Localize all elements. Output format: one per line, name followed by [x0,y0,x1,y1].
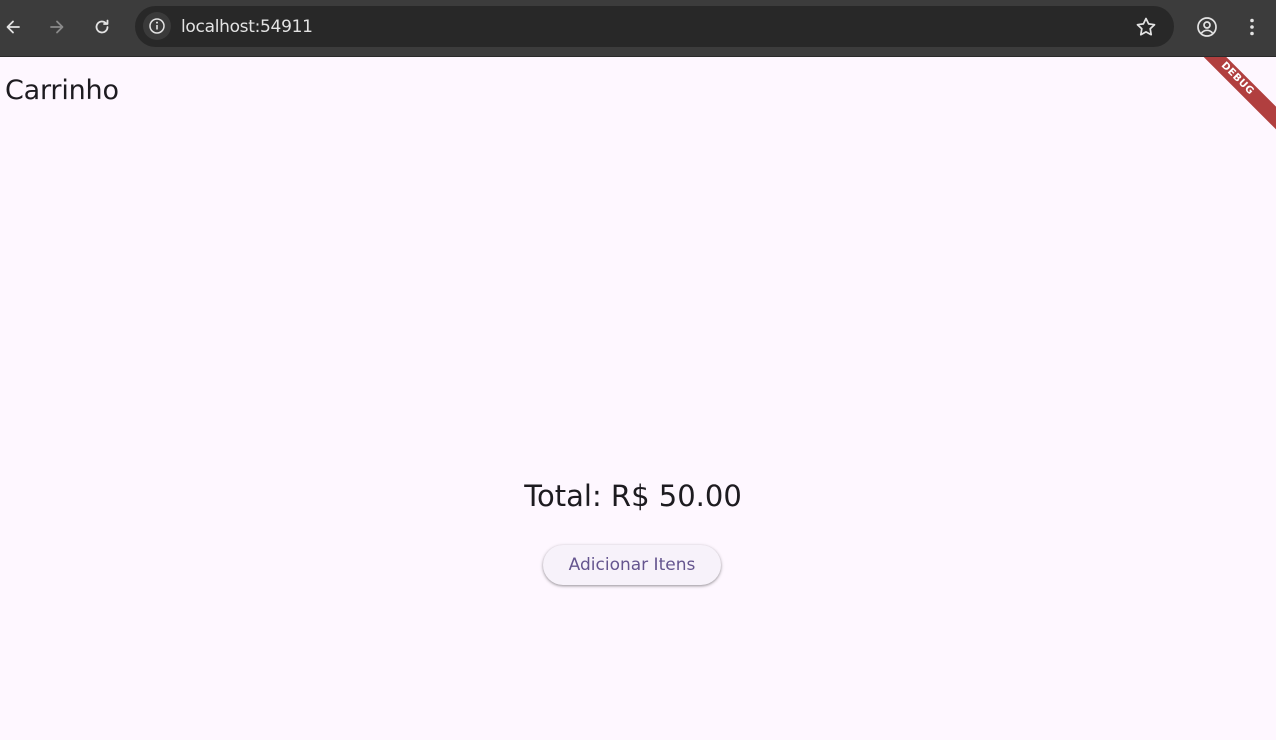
cart-total: Total: R$ 50.00 [524,479,742,513]
page-title: Carrinho [5,75,119,106]
add-items-button[interactable]: Adicionar Itens [543,545,721,585]
url-text: localhost:54911 [181,17,313,37]
kebab-menu-icon [1250,18,1254,36]
back-button[interactable] [0,12,28,42]
reload-icon [95,19,109,34]
profile-button[interactable] [1192,12,1222,42]
arrow-right-icon [50,20,64,34]
browser-toolbar: localhost:54911 [0,0,1276,57]
info-icon [149,18,165,34]
browser-menu-button[interactable] [1237,12,1267,42]
app-viewport: Carrinho Total: R$ 50.00 Adicionar Itens… [0,57,1276,740]
star-icon[interactable] [1134,15,1158,39]
arrow-left-icon [6,20,20,34]
forward-button[interactable] [42,12,72,42]
address-bar[interactable]: localhost:54911 [135,6,1174,47]
reload-button[interactable] [87,12,117,42]
debug-banner: DEBUG [1178,57,1276,138]
site-info-button[interactable] [143,12,171,40]
account-circle-icon [1197,17,1217,37]
